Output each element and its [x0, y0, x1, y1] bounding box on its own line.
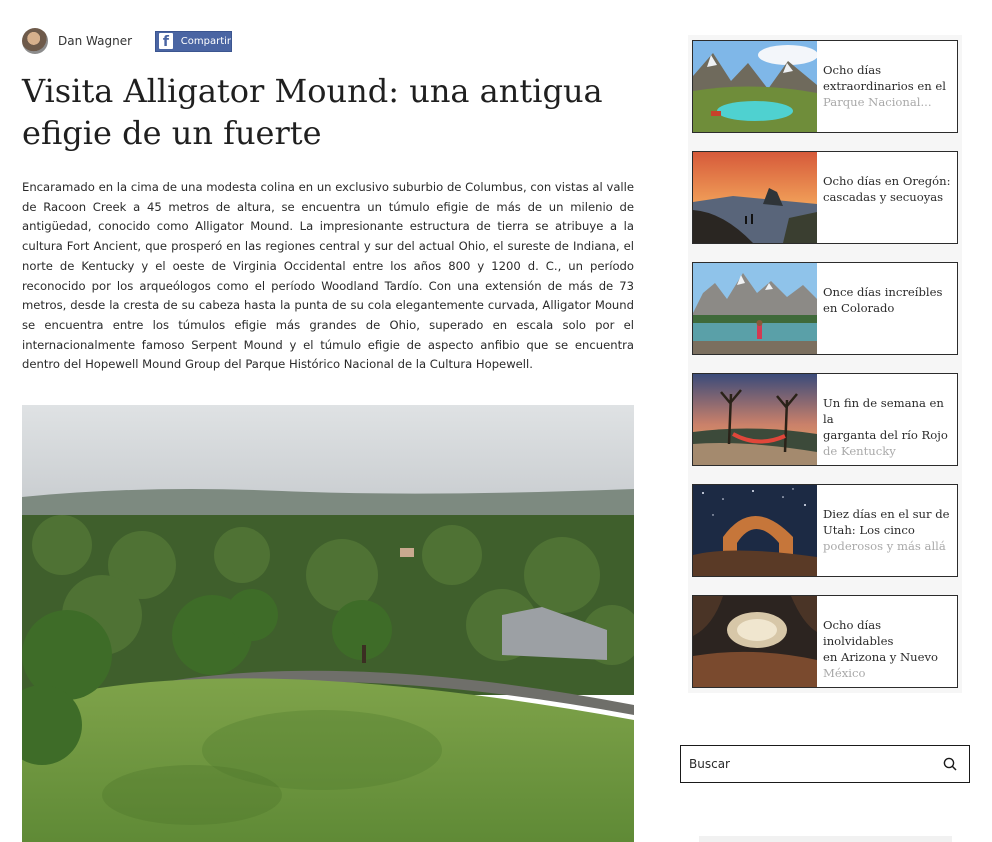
author-row: Dan Wagner f Compartir [22, 28, 233, 54]
related-post-title[interactable]: Ocho días inolvidables en Arizona y Nuev… [817, 596, 957, 687]
related-post-title-line: Ocho días inolvidables [823, 618, 894, 648]
related-post-card[interactable]: Once días increíbles en Colorado [692, 262, 958, 355]
related-post-card[interactable]: Un fin de semana en la garganta del río … [692, 373, 958, 466]
facebook-share-button[interactable]: f Compartir [155, 30, 233, 52]
related-post-thumbnail[interactable] [693, 41, 817, 132]
search-box [680, 745, 970, 783]
search-input[interactable] [689, 757, 929, 771]
related-post-thumbnail[interactable] [693, 374, 817, 465]
hero-image [22, 405, 634, 842]
facebook-icon: f [159, 33, 173, 49]
related-post-thumbnail[interactable] [693, 263, 817, 354]
author-name[interactable]: Dan Wagner [58, 34, 132, 48]
related-post-title-line: cascadas y secuoyas [823, 190, 944, 204]
search-icon[interactable] [943, 757, 957, 771]
related-post-title-line: Un fin de semana en la [823, 396, 944, 426]
related-post-title[interactable]: Diez días en el sur de Utah: Los cinco p… [817, 485, 956, 576]
related-post-title-line: garganta del río Rojo [823, 428, 948, 442]
related-post-card[interactable]: Ocho días inolvidables en Arizona y Nuev… [692, 595, 958, 688]
related-post-title[interactable]: Un fin de semana en la garganta del río … [817, 374, 957, 465]
related-posts-sidebar: Ocho días extraordinarios en el Parque N… [688, 35, 962, 693]
related-post-title-line: poderosos y más allá [823, 539, 946, 553]
related-post-title-line: en Arizona y Nuevo [823, 650, 939, 664]
related-post-title-line: extraordinarios en el [823, 79, 946, 93]
related-post-card[interactable]: Ocho días extraordinarios en el Parque N… [692, 40, 958, 133]
related-post-thumbnail[interactable] [693, 596, 817, 687]
related-post-thumbnail[interactable] [693, 485, 817, 576]
related-post-title-line: Once días increíbles [823, 285, 943, 299]
related-post-title-line: Utah: Los cinco [823, 523, 915, 537]
related-post-title[interactable]: Ocho días extraordinarios en el Parque N… [817, 41, 952, 132]
related-post-title-line: Ocho días [823, 63, 882, 77]
related-post-title-line: Parque Nacional... [823, 95, 932, 109]
related-post-title[interactable]: Once días increíbles en Colorado [817, 263, 948, 354]
post-title: Visita Alligator Mound: una antigua efig… [22, 72, 603, 152]
sidebar-footer-strip [699, 836, 952, 842]
author-avatar[interactable] [22, 28, 48, 54]
related-post-title-line: México [823, 666, 866, 680]
post-body: Encaramado en la cima de una modesta col… [22, 180, 634, 372]
related-post-title[interactable]: Ocho días en Oregón: cascadas y secuoyas [817, 152, 957, 243]
share-label: Compartir [180, 35, 232, 47]
related-post-card[interactable]: Ocho días en Oregón: cascadas y secuoyas [692, 151, 958, 244]
related-post-title-line: en Colorado [823, 301, 895, 315]
related-post-thumbnail[interactable] [693, 152, 817, 243]
related-post-card[interactable]: Diez días en el sur de Utah: Los cinco p… [692, 484, 958, 577]
related-post-title-line: Ocho días en Oregón: [823, 174, 951, 188]
related-post-title-line: de Kentucky [823, 444, 896, 458]
related-post-title-line: Diez días en el sur de [823, 507, 950, 521]
